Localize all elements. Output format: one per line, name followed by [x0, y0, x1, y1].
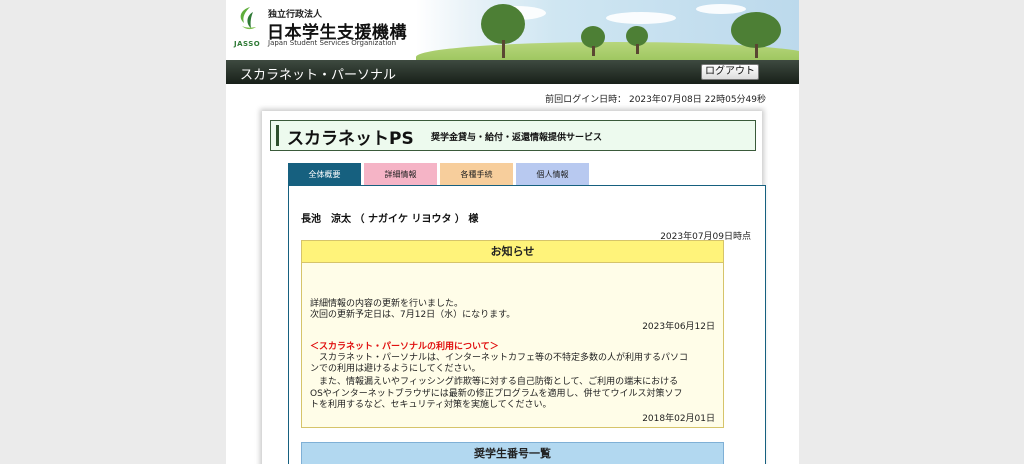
- service-header: スカラネットPS 奨学金貸与・給付・返還情報提供サービス: [270, 120, 756, 151]
- notice-text: 次回の更新予定日は、7月12日（水）になります。: [310, 310, 516, 320]
- title-bar: スカラネット・パーソナル ログアウト: [226, 60, 799, 84]
- logo-text: JASSO: [234, 40, 261, 48]
- service-accent-bar: [276, 125, 279, 146]
- service-name: スカラネットPS: [287, 129, 414, 149]
- notice-date: 2018年02月01日: [642, 414, 715, 424]
- jasso-logo-icon: [240, 7, 256, 30]
- scholarship-number-list-header: 奨学生番号一覧: [301, 442, 724, 464]
- tab-overview[interactable]: 全体概要: [288, 163, 361, 186]
- notice-title: お知らせ: [302, 241, 723, 263]
- site-title: スカラネット・パーソナル: [240, 68, 397, 83]
- content-card: スカラネットPS 奨学金貸与・給付・返還情報提供サービス 全体概要 詳細情報 各…: [262, 111, 766, 464]
- user-name: 長池 涼太 （ ナガイケ リヨウタ ） 様: [301, 214, 479, 225]
- service-description: 奨学金貸与・給付・返還情報提供サービス: [431, 133, 603, 143]
- org-english-name: Japan Student Services Organization: [268, 39, 397, 47]
- notice-text: ンでの利用は避けるようにしてください。: [310, 364, 481, 374]
- last-login-info: 前回ログイン日時： 2023年07月08日 22時05分49秒: [545, 95, 766, 105]
- page-container: JASSO 独立行政法人 日本学生支援機構 Japan Student Serv…: [226, 0, 799, 464]
- header-banner: JASSO 独立行政法人 日本学生支援機構 Japan Student Serv…: [226, 0, 799, 60]
- tab-procedures[interactable]: 各種手続: [440, 163, 513, 186]
- cloud-decoration: [696, 4, 746, 14]
- notice-date: 2023年06月12日: [642, 322, 715, 332]
- cloud-decoration: [606, 12, 676, 24]
- tab-personal-info[interactable]: 個人情報: [516, 163, 589, 186]
- logout-button[interactable]: ログアウト: [701, 64, 759, 80]
- overview-panel: 長池 涼太 （ ナガイケ リヨウタ ） 様 2023年07月09日時点 お知らせ…: [288, 185, 766, 464]
- notice-box: お知らせ 詳細情報の内容の更新を行いました。 次回の更新予定日は、7月12日（水…: [301, 240, 724, 428]
- notice-text: トを利用するなど、セキュリティ対策を実施してください。: [310, 400, 552, 410]
- tab-details[interactable]: 詳細情報: [364, 163, 437, 186]
